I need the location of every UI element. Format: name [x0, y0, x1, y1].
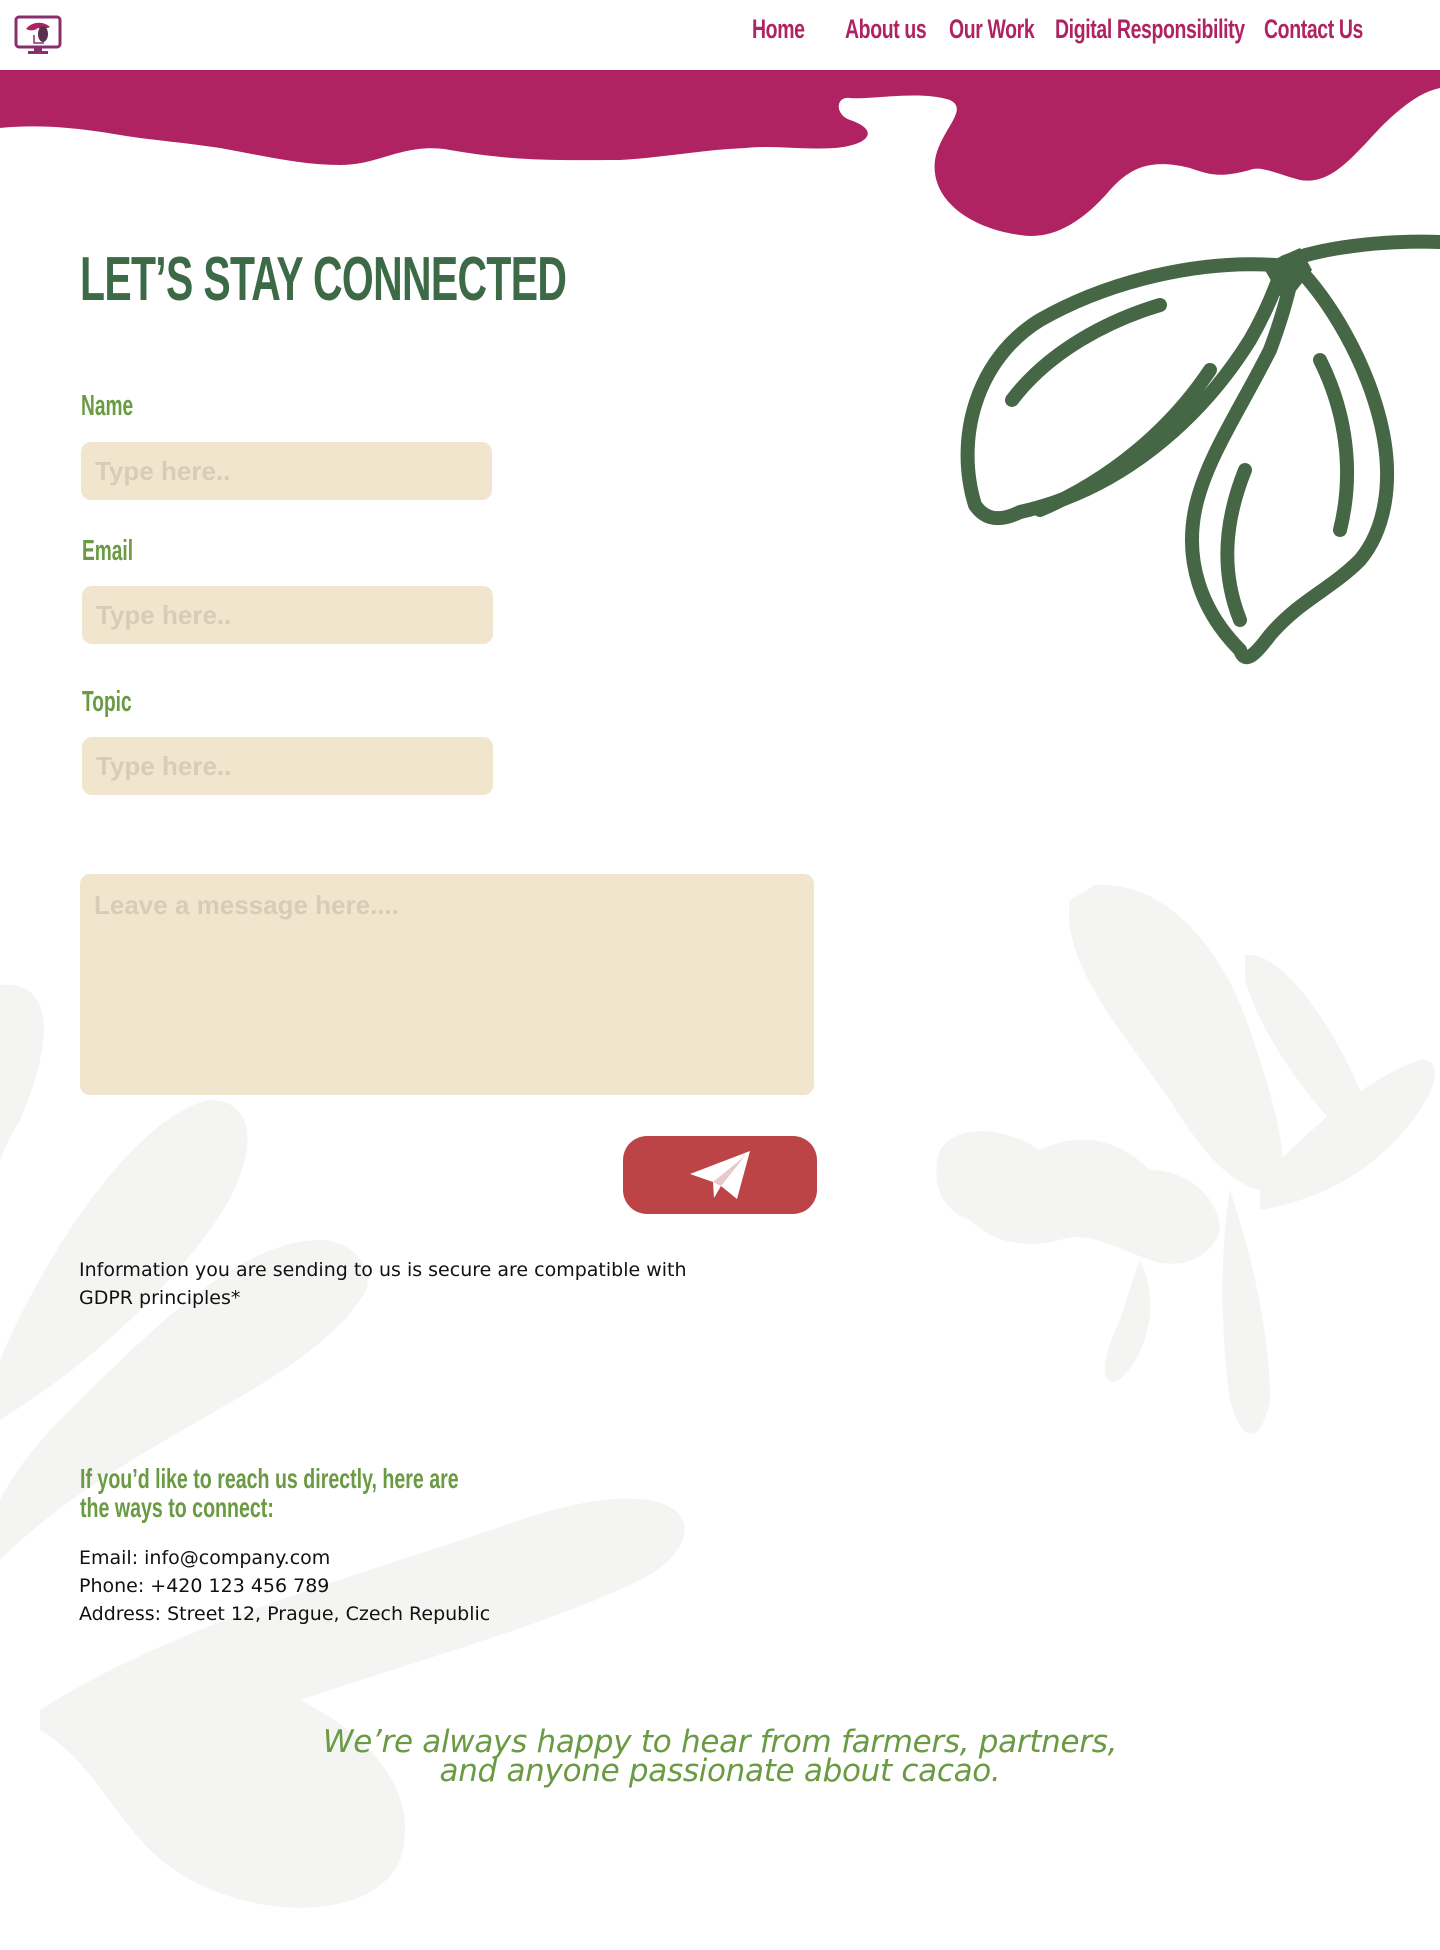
email-field[interactable]: [82, 586, 493, 644]
nav-contact-us[interactable]: Contact Us: [1264, 14, 1363, 45]
page-title: LET’S STAY CONNECTED: [80, 245, 567, 314]
direct-contact-heading: If you’d like to reach us directly, here…: [80, 1463, 459, 1523]
main-nav: Home About us Our Work Digital Responsib…: [0, 14, 1440, 56]
topic-label: Topic: [82, 686, 132, 718]
topic-field[interactable]: [82, 737, 493, 795]
paper-plane-icon: [690, 1151, 750, 1199]
contact-page: Home About us Our Work Digital Responsib…: [0, 0, 1440, 1950]
closing-quote: We’re always happy to hear from farmers,…: [0, 1727, 1440, 1789]
contact-content: LET’S STAY CONNECTED Name Email Topic In…: [0, 0, 1440, 1950]
email-label: Email: [82, 535, 134, 567]
nav-our-work[interactable]: Our Work: [949, 14, 1035, 45]
name-label: Name: [81, 390, 134, 422]
nav-home[interactable]: Home: [752, 14, 805, 45]
gdpr-note: Information you are sending to us is sec…: [79, 1259, 687, 1309]
message-field[interactable]: [80, 874, 814, 1095]
contact-phone[interactable]: Phone: +420 123 456 789: [79, 1572, 490, 1600]
contact-email[interactable]: Email: info@company.com: [79, 1544, 490, 1572]
closing-line-2: and anyone passionate about cacao.: [439, 1753, 1001, 1789]
nav-digital-responsibility[interactable]: Digital Responsibility: [1055, 14, 1245, 45]
contact-details: Email: info@company.com Phone: +420 123 …: [79, 1544, 490, 1628]
name-field[interactable]: [81, 442, 492, 500]
site-header: Home About us Our Work Digital Responsib…: [0, 0, 1440, 70]
send-button[interactable]: [623, 1136, 817, 1214]
contact-address: Address: Street 12, Prague, Czech Republ…: [79, 1603, 491, 1625]
nav-about-us[interactable]: About us: [845, 14, 927, 45]
